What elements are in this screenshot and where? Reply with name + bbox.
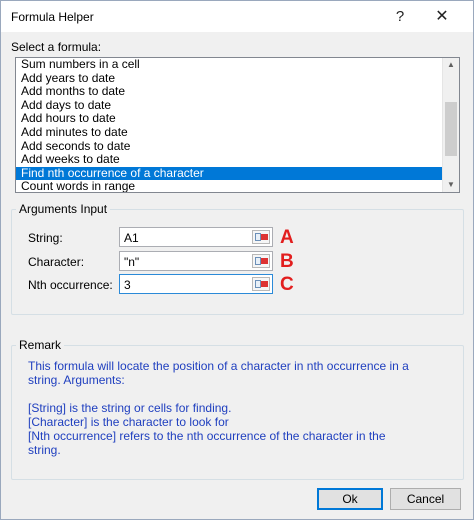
scroll-up-arrow-icon[interactable]: ▲ xyxy=(443,58,459,72)
remark-line: [Character] is the character to look for xyxy=(28,415,229,429)
scroll-thumb[interactable] xyxy=(445,102,457,156)
range-select-icon[interactable] xyxy=(252,277,270,291)
remark-line: string. xyxy=(28,443,61,457)
annotation-c: C xyxy=(280,274,294,295)
remark-line: string. Arguments: xyxy=(28,373,125,387)
remark-line: This formula will locate the position of… xyxy=(28,359,409,373)
formula-list-item[interactable]: Count words in range xyxy=(16,180,442,192)
formula-listbox[interactable]: Sum numbers in a cell Add years to date Ad… xyxy=(15,57,460,193)
annotation-a: A xyxy=(280,227,294,248)
character-value: "n" xyxy=(124,255,140,269)
formula-list-scrollbar[interactable]: ▲ ▼ xyxy=(442,58,459,192)
arguments-input-title: Arguments Input xyxy=(16,202,111,216)
title-bar: Formula Helper ? ✕ xyxy=(1,1,473,32)
formula-list-item[interactable]: Add months to date xyxy=(16,85,442,99)
formula-list-item[interactable]: Add weeks to date xyxy=(16,153,442,167)
formula-list-item[interactable]: Add seconds to date xyxy=(16,139,442,154)
string-label: String: xyxy=(28,231,63,245)
nth-occurrence-value: 3 xyxy=(124,278,131,292)
formula-list-item[interactable]: Add minutes to date xyxy=(16,125,442,140)
remark-line: [Nth occurrence] refers to the nth occur… xyxy=(28,429,386,443)
cancel-button[interactable]: Cancel xyxy=(390,488,461,510)
formula-helper-dialog: Formula Helper ? ✕ Select a formula: Sum… xyxy=(0,0,474,520)
range-select-icon[interactable] xyxy=(252,230,270,244)
annotation-b: B xyxy=(280,251,294,272)
nth-occurrence-label: Nth occurrence: xyxy=(28,278,113,292)
formula-list-item[interactable]: Add days to date xyxy=(16,98,442,113)
string-value: A1 xyxy=(124,231,139,245)
formula-list-item[interactable]: Add hours to date xyxy=(16,112,442,126)
ok-button[interactable]: Ok xyxy=(317,488,383,510)
character-label: Character: xyxy=(28,255,85,269)
select-formula-label: Select a formula: xyxy=(11,40,102,54)
remark-title: Remark xyxy=(16,338,65,352)
remark-text: This formula will locate the position of… xyxy=(28,359,448,457)
formula-list-item[interactable]: Add years to date xyxy=(16,71,442,86)
dialog-title: Formula Helper xyxy=(11,10,94,24)
remark-line xyxy=(28,387,448,401)
remark-line: [String] is the string or cells for find… xyxy=(28,401,232,415)
formula-list-item[interactable]: Find nth occurrence of a character xyxy=(16,166,442,181)
close-button[interactable]: ✕ xyxy=(421,1,463,32)
character-field[interactable]: "n" xyxy=(119,251,273,271)
help-button[interactable]: ? xyxy=(379,1,421,32)
scroll-down-arrow-icon[interactable]: ▼ xyxy=(443,178,459,192)
formula-list-items: Sum numbers in a cell Add years to date Ad… xyxy=(16,58,442,192)
nth-occurrence-field[interactable]: 3 xyxy=(119,274,273,294)
formula-list-item[interactable]: Sum numbers in a cell xyxy=(16,58,442,72)
range-select-icon[interactable] xyxy=(252,254,270,268)
string-field[interactable]: A1 xyxy=(119,227,273,247)
